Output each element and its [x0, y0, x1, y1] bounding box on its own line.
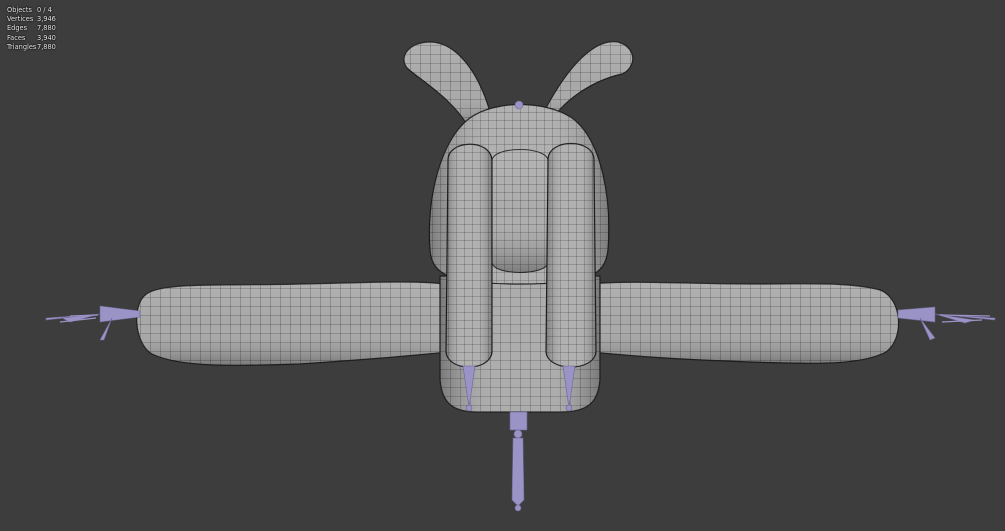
bone-joint-lobe-right[interactable]: [565, 404, 573, 412]
bone-tail-root[interactable]: [509, 411, 528, 431]
bone-tail[interactable]: [511, 437, 525, 507]
lobe-left[interactable]: [445, 143, 493, 368]
bone-hand-right[interactable]: [897, 306, 936, 323]
bone-joint-lobe-left[interactable]: [465, 404, 473, 412]
bone-joint-tail-top[interactable]: [513, 429, 523, 439]
scene-render[interactable]: [0, 0, 1005, 531]
bone-joint-head[interactable]: [514, 100, 524, 110]
bone-joint-tail-end[interactable]: [514, 504, 522, 512]
bone-hand-left[interactable]: [99, 305, 141, 323]
arm-right[interactable]: [589, 281, 900, 365]
arm-left[interactable]: [136, 281, 449, 366]
3d-viewport[interactable]: Objects 0 / 4 Vertices 3,946 Edges 7,880…: [0, 0, 1005, 531]
lobe-right[interactable]: [545, 142, 597, 368]
